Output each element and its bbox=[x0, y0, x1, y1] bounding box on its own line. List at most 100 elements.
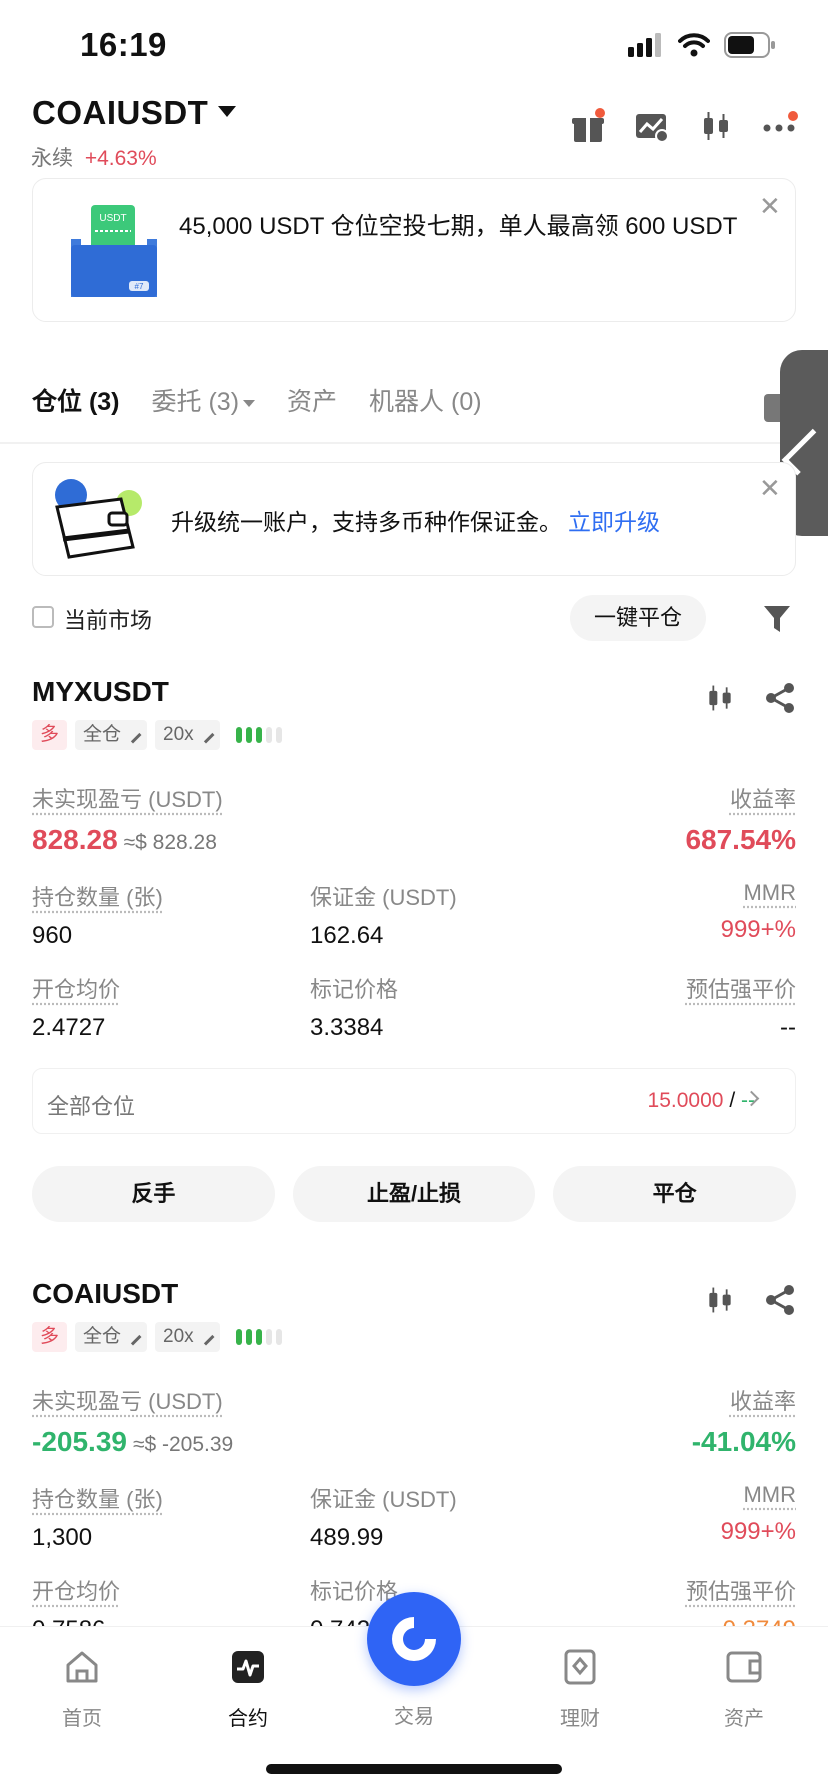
pnl-amount: 828.28 bbox=[32, 824, 118, 855]
chart-settings-icon[interactable] bbox=[634, 108, 670, 144]
tpsl-button[interactable]: 止盈/止损 bbox=[292, 1166, 536, 1222]
pnl-label[interactable]: 未实现盈亏 (USDT) bbox=[32, 782, 223, 814]
tab-positions[interactable]: 仓位 (3) bbox=[32, 382, 120, 432]
position-symbol[interactable]: COAIUSDT bbox=[32, 1278, 178, 1310]
margin-value: 162.64 bbox=[310, 922, 384, 949]
liq-label[interactable]: 预估强平价 bbox=[686, 972, 796, 1004]
tab-orders-label: 委托 (3) bbox=[151, 388, 240, 416]
candlestick-icon[interactable] bbox=[704, 682, 736, 714]
pnl-value: -205.39 ≈$ -205.39 bbox=[32, 1426, 233, 1458]
nav-home-label: 首页 bbox=[62, 1708, 102, 1730]
close-all-button[interactable]: 一键平仓 bbox=[570, 595, 706, 641]
leverage-tag[interactable]: 20x bbox=[155, 1322, 220, 1352]
side-badge: 多 bbox=[32, 720, 68, 750]
pair-selector[interactable]: COAIUSDT bbox=[32, 94, 208, 132]
close-icon[interactable]: ✕ bbox=[759, 475, 781, 501]
margin-mode-tag[interactable]: 全仓 bbox=[75, 1322, 148, 1352]
caret-down-icon[interactable] bbox=[218, 106, 236, 117]
roe-label[interactable]: 收益率 bbox=[685, 782, 796, 814]
filter-icon[interactable] bbox=[764, 606, 790, 634]
entry-label[interactable]: 开仓均价 bbox=[32, 1574, 120, 1606]
close-position-button[interactable]: 平仓 bbox=[553, 1166, 797, 1222]
size-label[interactable]: 持仓数量 (张) bbox=[32, 880, 163, 912]
position-symbol[interactable]: MYXUSDT bbox=[32, 676, 169, 708]
all-positions-row[interactable]: 全部仓位 15.0000 / -- bbox=[32, 1068, 796, 1134]
tab-assets[interactable]: 资产 bbox=[287, 382, 337, 432]
candlestick-icon[interactable] bbox=[704, 1284, 736, 1316]
edit-icon bbox=[124, 1328, 142, 1346]
size-value: 960 bbox=[32, 922, 73, 949]
mmr-label[interactable]: MMR bbox=[721, 1482, 796, 1508]
tab-bots[interactable]: 机器人 (0) bbox=[369, 382, 482, 432]
tab-orders[interactable]: 委托 (3) bbox=[152, 382, 256, 432]
mmr-label[interactable]: MMR bbox=[721, 880, 796, 906]
airdrop-ticket-icon: USDT #7 bbox=[71, 205, 157, 297]
close-icon[interactable]: ✕ bbox=[759, 193, 781, 219]
margin: 保证金 (USDT) 489.99 bbox=[310, 1482, 457, 1552]
entry-label[interactable]: 开仓均价 bbox=[32, 972, 120, 1004]
pnl-amount: -205.39 bbox=[32, 1426, 127, 1457]
share-icon[interactable] bbox=[764, 1284, 796, 1316]
leverage-label: 20x bbox=[163, 724, 194, 745]
pnl-approx: ≈$ -205.39 bbox=[132, 1433, 234, 1456]
margin-mode-tag[interactable]: 全仓 bbox=[75, 720, 148, 750]
upgrade-banner[interactable]: 升级统一账户，支持多币种作保证金。 立即升级 ✕ bbox=[32, 462, 796, 576]
gift-icon[interactable] bbox=[570, 108, 606, 144]
nav-earn[interactable]: 理财 bbox=[530, 1649, 630, 1731]
mmr-value: 999+% bbox=[720, 916, 796, 943]
mark-label: 标记价格 bbox=[310, 977, 399, 1002]
current-market-label[interactable]: 当前市场 bbox=[64, 603, 152, 635]
nav-home[interactable]: 首页 bbox=[32, 1649, 132, 1731]
contract-type: 永续 bbox=[31, 147, 73, 170]
position-card: COAIUSDT 多 全仓 20x 未实现盈亏 (USDT) -205.39 ≈$… bbox=[32, 1278, 796, 1643]
nav-futures-label: 合约 bbox=[228, 1708, 268, 1730]
position-actions bbox=[704, 682, 796, 714]
tabs-divider bbox=[0, 442, 828, 444]
roe-label[interactable]: 收益率 bbox=[692, 1384, 796, 1416]
margin-label: 保证金 (USDT) bbox=[310, 885, 457, 910]
leverage-tag[interactable]: 20x bbox=[155, 720, 220, 750]
liq-value: -- bbox=[780, 1014, 796, 1041]
position-size: 持仓数量 (张) 960 bbox=[32, 880, 163, 950]
roe-value: -41.04% bbox=[691, 1426, 796, 1457]
pnl-approx: ≈$ 828.28 bbox=[123, 831, 217, 854]
position-actions bbox=[704, 1284, 796, 1316]
unrealized-pnl: 未实现盈亏 (USDT) 828.28 ≈$ 828.28 bbox=[32, 782, 223, 856]
all-positions-value: 15.0000 / -- bbox=[648, 1089, 755, 1113]
margin: 保证金 (USDT) 162.64 bbox=[310, 880, 457, 950]
status-icons bbox=[628, 32, 776, 58]
caret-down-icon bbox=[243, 399, 256, 407]
more-icon[interactable] bbox=[762, 108, 798, 144]
futures-icon bbox=[232, 1651, 264, 1683]
promo-banner[interactable]: USDT #7 45,000 USDT 仓位空投七期，单人最高领 600 USD… bbox=[32, 178, 796, 322]
unrealized-pnl: 未实现盈亏 (USDT) -205.39 ≈$ -205.39 bbox=[32, 1384, 233, 1458]
mmr-value: 999+% bbox=[720, 1518, 796, 1545]
header-actions bbox=[570, 108, 798, 144]
risk-level-indicator bbox=[235, 1329, 282, 1345]
current-market-checkbox[interactable] bbox=[32, 606, 54, 628]
nav-assets[interactable]: 资产 bbox=[694, 1649, 794, 1731]
reverse-button[interactable]: 反手 bbox=[32, 1166, 275, 1222]
position-card: MYXUSDT 多 全仓 20x 未实现盈亏 (USDT) 828.28 ≈$ 8… bbox=[32, 676, 797, 1236]
position-tabs: 仓位 (3) 委托 (3) 资产 机器人 (0) bbox=[32, 382, 828, 432]
upgrade-link[interactable]: 立即升级 bbox=[568, 509, 660, 535]
side-badge: 多 bbox=[32, 1322, 68, 1352]
position-tags: 多 全仓 20x bbox=[32, 1322, 282, 1352]
liq-label[interactable]: 预估强平价 bbox=[686, 1574, 796, 1606]
earn-icon bbox=[564, 1649, 596, 1685]
wallet-icon bbox=[726, 1651, 762, 1683]
mark-price: 标记价格 3.3384 bbox=[310, 972, 398, 1042]
status-bar: 16:19 bbox=[0, 0, 828, 90]
wallet-illustration-icon bbox=[55, 479, 142, 559]
pnl-label[interactable]: 未实现盈亏 (USDT) bbox=[32, 1384, 233, 1416]
edit-icon bbox=[124, 726, 142, 744]
trade-icon bbox=[392, 1617, 436, 1661]
status-time: 16:19 bbox=[80, 26, 167, 63]
calendar-icon[interactable] bbox=[764, 394, 780, 422]
candlestick-icon[interactable] bbox=[698, 108, 734, 144]
promo-text[interactable]: 45,000 USDT 仓位空投七期，单人最高领 600 USDT bbox=[179, 207, 739, 247]
share-icon[interactable] bbox=[764, 682, 796, 714]
trade-button[interactable] bbox=[367, 1592, 461, 1686]
nav-futures[interactable]: 合约 bbox=[198, 1649, 298, 1731]
size-label[interactable]: 持仓数量 (张) bbox=[32, 1482, 163, 1514]
